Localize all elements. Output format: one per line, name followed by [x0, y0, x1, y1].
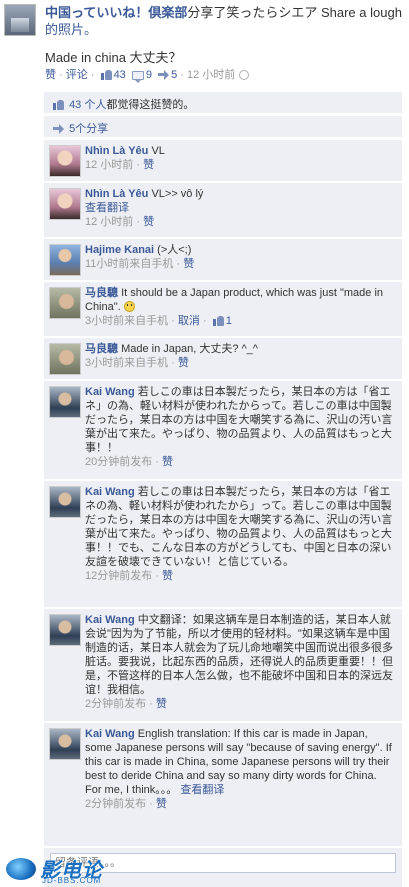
comment-like-link[interactable]: 赞: [143, 216, 154, 228]
comment-author[interactable]: Nhìn Là Yêu: [85, 188, 148, 200]
watermark-logo: 影电论坛 JD-BBS.COM: [0, 854, 120, 887]
comment-time[interactable]: 20分钟前发布: [85, 456, 152, 468]
comment-time[interactable]: 3小时前来自手机: [85, 315, 168, 327]
smiley-icon: [123, 301, 135, 312]
likes-count-link[interactable]: 43 个人: [69, 99, 106, 111]
comment-item: 马良驄 Made in Japan, 大丈夫? ^_^ 3小时前来自手机 · 赞: [44, 338, 402, 380]
comment-author[interactable]: Hajime Kanai: [85, 244, 154, 256]
share-count-icon: [158, 70, 170, 80]
page-name-link[interactable]: 中国っていいね！倶楽部: [45, 5, 187, 20]
like-icon: [212, 315, 224, 326]
comment-text: Made in Japan, 大丈夫? ^_^: [121, 343, 258, 355]
comment-time[interactable]: 2分钟前发布: [85, 698, 146, 710]
avatar[interactable]: [49, 188, 81, 220]
comment-author[interactable]: Nhìn Là Yêu: [85, 145, 148, 157]
avatar[interactable]: [49, 486, 81, 518]
shares-link[interactable]: 5个分享: [69, 123, 108, 135]
post-headline: 中国っていいね！倶楽部分享了笑ったらシエア Share a lough 的照片。: [45, 4, 403, 38]
avatar[interactable]: [49, 145, 81, 177]
comment-like-link[interactable]: 赞: [156, 698, 167, 710]
comment-author[interactable]: Kai Wang: [85, 614, 135, 626]
watermark-sub: JD-BBS.COM: [42, 876, 102, 885]
comment-author[interactable]: 马良驄: [85, 287, 118, 299]
comment-item: Nhìn Là Yêu VL 12 小时前 · 赞: [44, 140, 402, 182]
comment-unlike-link[interactable]: 取消: [178, 315, 200, 327]
comment-like-count[interactable]: 1: [226, 315, 232, 327]
avatar[interactable]: [49, 287, 81, 319]
like-link[interactable]: 赞: [45, 69, 56, 81]
comment-like-link[interactable]: 赞: [162, 456, 173, 468]
post-actions: 赞 · 评论 · 43 9 5 · 12 小时前: [45, 68, 251, 83]
post-time[interactable]: 12 小时前: [187, 69, 235, 81]
comment-time[interactable]: 3小时前来自手机: [85, 357, 168, 369]
shares-summary: 5个分享: [44, 116, 402, 138]
avatar[interactable]: [49, 728, 81, 760]
comment-item: Kai Wang 若しこの車は日本製だったら，某日本の方は「省エネの為、軽い材料…: [44, 481, 402, 608]
comment-count-icon: [131, 71, 144, 83]
avatar[interactable]: [49, 343, 81, 375]
like-icon: [53, 99, 64, 110]
post-message: Made in china 大丈夫？: [45, 50, 182, 65]
comment-author[interactable]: 马良驄: [85, 343, 118, 355]
translate-link[interactable]: 查看翻译: [180, 784, 224, 796]
comment-item: Kai Wang English translation: If this ca…: [44, 723, 402, 847]
comment-text: (>人<;): [157, 244, 192, 256]
avatar[interactable]: [49, 244, 81, 276]
avatar[interactable]: [49, 386, 81, 418]
comment-like-link[interactable]: 赞: [183, 258, 194, 270]
comment-item: 马良驄 It should be a Japan product, which …: [44, 282, 402, 337]
comment-time[interactable]: 12分钟前发布: [85, 570, 152, 582]
share-icon: [53, 124, 64, 134]
comment-like-link[interactable]: 赞: [178, 357, 189, 369]
comment-author[interactable]: Kai Wang: [85, 386, 135, 398]
comment-author[interactable]: Kai Wang: [85, 486, 135, 498]
comment-like-link[interactable]: 赞: [156, 798, 167, 810]
globe-icon: [6, 858, 36, 880]
comment-item: Kai Wang 中文翻译：如果这辆车是日本制造的话，某日本人就会说"因为为了节…: [44, 609, 402, 722]
headline-text: 分享了笑ったらシエア Share a lough: [187, 5, 402, 20]
clock-icon: [239, 70, 250, 80]
comment-item: Kai Wang 若しこの車は日本製だったら，某日本の方は「省エネ」の為、軽い材…: [44, 381, 402, 480]
likes-summary-text: 都觉得这挺赞的。: [106, 99, 195, 111]
likes-summary: 43 个人都觉得这挺赞的。: [44, 92, 402, 114]
comment-text: VL>> vô lý: [151, 188, 204, 200]
comment-item: Hajime Kanai (>人<;) 11小时前来自手机 · 赞: [44, 239, 402, 281]
share-count[interactable]: 5: [171, 69, 177, 81]
comment-text: 中文翻译：如果这辆车是日本制造的话，某日本人就会说"因为为了节能，所以才使用的轻…: [85, 614, 393, 696]
comment-time[interactable]: 2分钟前发布: [85, 798, 146, 810]
comment-like-link[interactable]: 赞: [143, 159, 154, 171]
comment-author[interactable]: Kai Wang: [85, 728, 135, 740]
photo-link[interactable]: 的照片。: [45, 22, 97, 37]
comment-text: VL: [151, 145, 165, 157]
comment-time[interactable]: 12 小时前: [85, 159, 133, 171]
like-count-icon: [100, 69, 112, 80]
like-count[interactable]: 43: [114, 69, 126, 81]
comment-text: 若しこの車は日本製だったら，某日本の方は「省エネの為、軽い材料が使われたから」っ…: [85, 486, 393, 568]
comment-like-link[interactable]: 赞: [162, 570, 173, 582]
comment-link[interactable]: 评论: [66, 69, 88, 81]
comment-time[interactable]: 11小时前来自手机: [85, 258, 173, 270]
comment-count[interactable]: 9: [146, 69, 152, 81]
page-avatar[interactable]: [4, 4, 36, 36]
translate-link[interactable]: 查看翻译: [85, 202, 129, 214]
comment-time[interactable]: 12 小时前: [85, 216, 133, 228]
comment-item: Nhìn Là Yêu VL>> vô lý 查看翻译 12 小时前 · 赞: [44, 183, 402, 238]
avatar[interactable]: [49, 614, 81, 646]
